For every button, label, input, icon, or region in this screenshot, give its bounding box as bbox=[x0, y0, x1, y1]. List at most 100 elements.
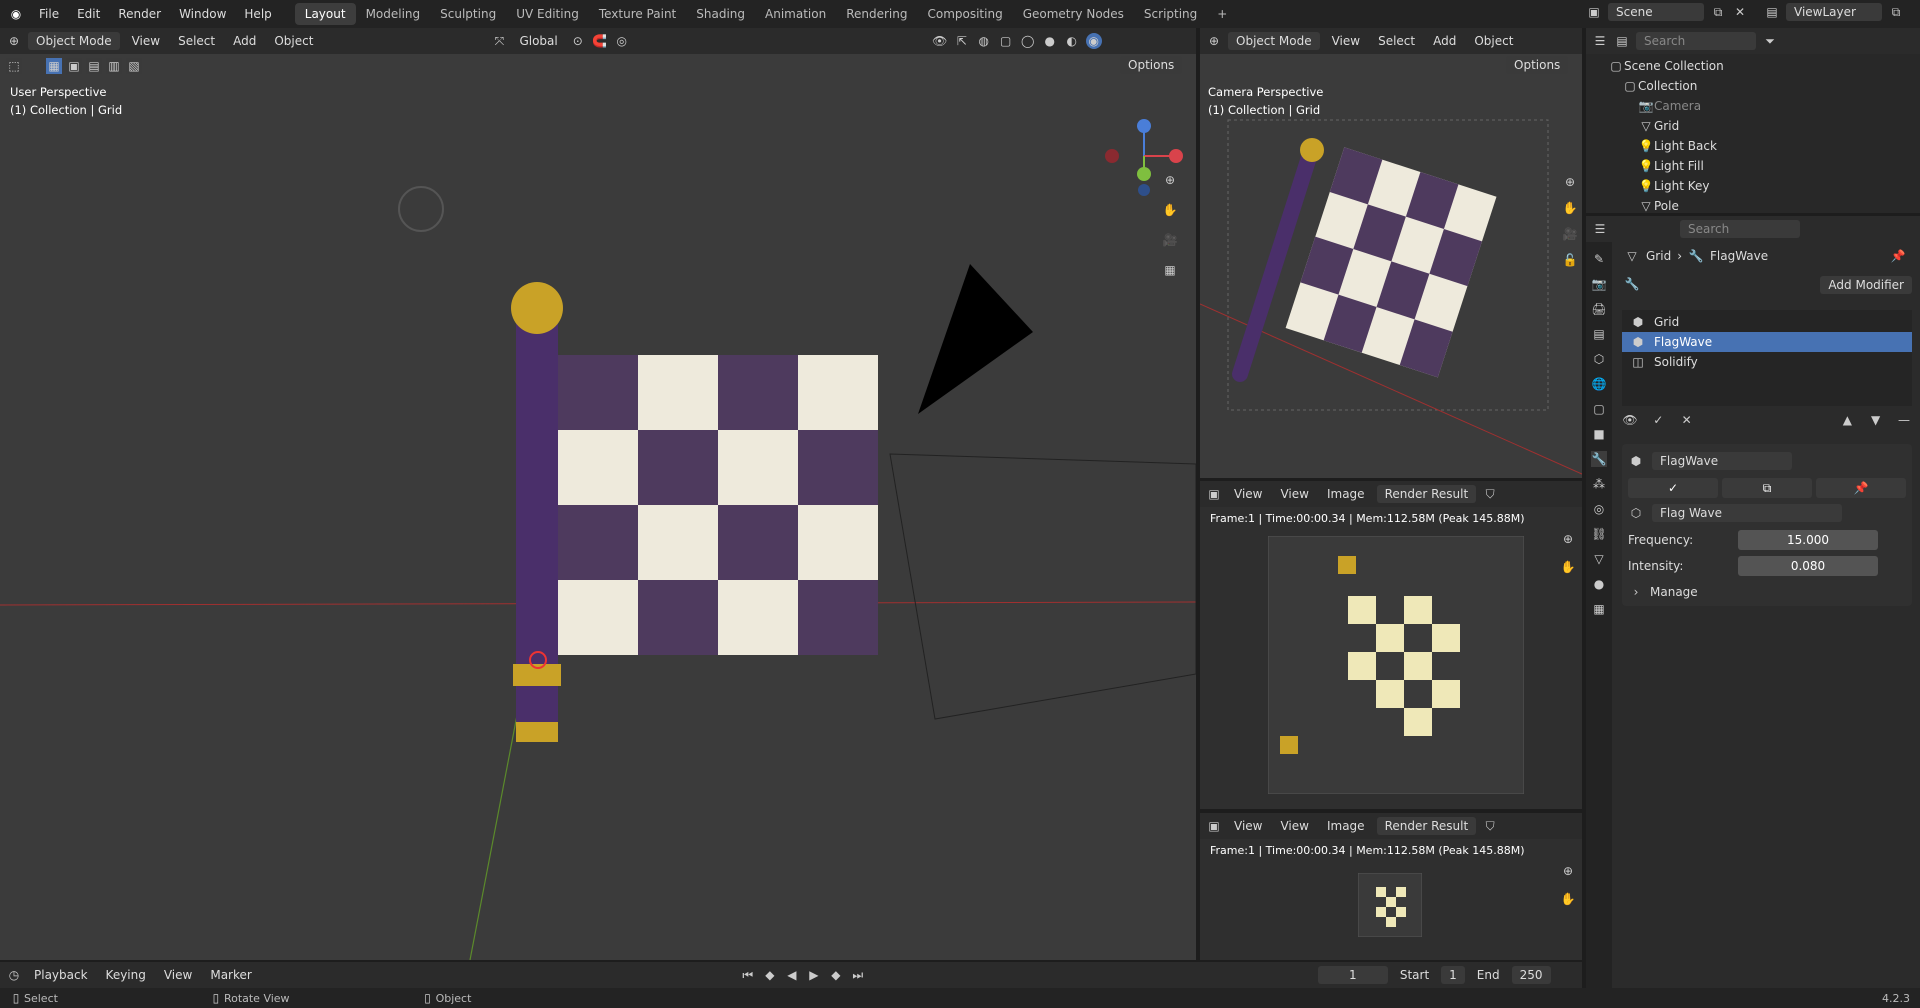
tab-modeling[interactable]: Modeling bbox=[356, 3, 431, 25]
manage-panel[interactable]: › Manage bbox=[1628, 584, 1906, 600]
scene-tab-icon[interactable]: ⬡ bbox=[1591, 351, 1607, 367]
camera-menu-select[interactable]: Select bbox=[1372, 32, 1421, 50]
proportional-edit-icon[interactable]: ◎ bbox=[614, 33, 630, 49]
wireframe-shading-icon[interactable]: ◯ bbox=[1020, 33, 1036, 49]
editor-type-icon[interactable]: ▣ bbox=[1206, 818, 1222, 834]
xray-icon[interactable]: ▢ bbox=[998, 33, 1014, 49]
remove-all-icon[interactable]: ✕ bbox=[1679, 412, 1695, 428]
timeline-menu-view[interactable]: View bbox=[158, 966, 198, 984]
camera-mode-dropdown[interactable]: Object Mode bbox=[1228, 32, 1320, 50]
camera-menu-view[interactable]: View bbox=[1326, 32, 1366, 50]
tab-sculpting[interactable]: Sculpting bbox=[430, 3, 506, 25]
viewport-menu-view[interactable]: View bbox=[126, 32, 166, 50]
render-tab-icon[interactable]: 📷 bbox=[1591, 276, 1607, 292]
menu-file[interactable]: File bbox=[30, 0, 68, 28]
camera-menu-object[interactable]: Object bbox=[1468, 32, 1519, 50]
editor-type-icon[interactable]: ☰ bbox=[1592, 33, 1608, 49]
tab-scripting[interactable]: Scripting bbox=[1134, 3, 1207, 25]
image-view-dropdown[interactable]: View bbox=[1228, 817, 1268, 835]
image-menu-image[interactable]: Image bbox=[1321, 817, 1371, 835]
visibility-icon[interactable]: 👁 bbox=[932, 33, 948, 49]
particles-tab-icon[interactable]: ⁂ bbox=[1591, 476, 1607, 492]
end-frame-field[interactable]: 250 bbox=[1511, 966, 1551, 984]
outliner-item-grid[interactable]: ▽ Grid bbox=[1608, 116, 1920, 136]
outliner-search[interactable]: Search bbox=[1636, 32, 1756, 50]
zoom-icon[interactable]: ⊕ bbox=[1562, 174, 1578, 190]
current-frame-field[interactable]: 1 bbox=[1317, 966, 1388, 984]
image-menu-view[interactable]: View bbox=[1274, 485, 1314, 503]
start-frame-field[interactable]: 1 bbox=[1441, 966, 1465, 984]
add-modifier-button[interactable]: Add Modifier bbox=[1820, 276, 1912, 294]
image-selector[interactable]: Render Result bbox=[1376, 817, 1477, 835]
filter-icon[interactable]: ⏷ bbox=[1762, 33, 1778, 49]
move-up-icon[interactable]: ▲ bbox=[1839, 412, 1855, 428]
collection-tab-icon[interactable]: ▢ bbox=[1591, 401, 1607, 417]
material-shading-icon[interactable]: ◐ bbox=[1064, 33, 1080, 49]
apply-icon[interactable]: ✓ bbox=[1628, 478, 1718, 498]
menu-help[interactable]: Help bbox=[235, 0, 280, 28]
move-down-icon[interactable]: ▼ bbox=[1868, 412, 1884, 428]
properties-search[interactable]: Search bbox=[1680, 220, 1800, 238]
object-tab-icon[interactable]: ■ bbox=[1591, 426, 1607, 442]
physics-tab-icon[interactable]: ◎ bbox=[1591, 501, 1607, 517]
remove-icon[interactable]: — bbox=[1896, 412, 1912, 428]
pan-hand-icon[interactable]: ✋ bbox=[1562, 200, 1578, 216]
next-key-icon[interactable]: ◆ bbox=[828, 967, 844, 983]
rendered-shading-icon[interactable]: ◉ bbox=[1085, 33, 1102, 49]
jump-end-icon[interactable]: ⏭ bbox=[850, 967, 866, 983]
scene-collection-row[interactable]: ▢ Scene Collection bbox=[1608, 56, 1920, 76]
render-result-preview[interactable] bbox=[1268, 536, 1524, 794]
pin-icon[interactable]: 📌 bbox=[1890, 248, 1906, 264]
snap-icon[interactable]: 🧲 bbox=[592, 33, 608, 49]
pan-hand-icon[interactable]: ✋ bbox=[1560, 559, 1576, 575]
pivot-icon[interactable]: ⊙ bbox=[570, 33, 586, 49]
close-icon[interactable]: ✕ bbox=[1732, 4, 1748, 20]
render-result-thumbnail[interactable] bbox=[1358, 873, 1422, 937]
camera-menu-add[interactable]: Add bbox=[1427, 32, 1462, 50]
menu-render[interactable]: Render bbox=[109, 0, 170, 28]
tab-shading[interactable]: Shading bbox=[686, 3, 755, 25]
editor-type-icon[interactable]: ⊕ bbox=[6, 33, 22, 49]
intensity-input[interactable]: 0.080 bbox=[1738, 556, 1878, 576]
modifier-item-flagwave[interactable]: ⬢ FlagWave bbox=[1622, 332, 1912, 352]
viewport-menu-add[interactable]: Add bbox=[227, 32, 262, 50]
solid-shading-icon[interactable]: ● bbox=[1042, 33, 1058, 49]
editor-type-icon[interactable]: ☰ bbox=[1592, 221, 1608, 237]
output-tab-icon[interactable]: 🖨 bbox=[1591, 301, 1607, 317]
show-icon[interactable]: 👁 bbox=[1622, 412, 1638, 428]
zoom-icon[interactable]: ⊕ bbox=[1560, 531, 1576, 547]
frequency-input[interactable]: 15.000 bbox=[1738, 530, 1878, 550]
tab-layout[interactable]: Layout bbox=[294, 3, 356, 25]
ortho-toggle-icon[interactable]: ▦ bbox=[1162, 262, 1178, 278]
apply-all-icon[interactable]: ✓ bbox=[1650, 412, 1666, 428]
tab-geometry-nodes[interactable]: Geometry Nodes bbox=[1013, 3, 1134, 25]
display-mode-icon[interactable]: ▤ bbox=[1614, 33, 1630, 49]
zoom-icon[interactable]: ⊕ bbox=[1162, 172, 1178, 188]
pan-hand-icon[interactable]: ✋ bbox=[1162, 202, 1178, 218]
gizmo-icon[interactable]: ⇱ bbox=[954, 33, 970, 49]
viewport-menu-object[interactable]: Object bbox=[268, 32, 319, 50]
texture-tab-icon[interactable]: ▦ bbox=[1591, 601, 1607, 617]
play-icon[interactable]: ▶ bbox=[806, 967, 822, 983]
tool-tab-icon[interactable]: ✎ bbox=[1591, 251, 1607, 267]
menu-window[interactable]: Window bbox=[170, 0, 235, 28]
modifier-name-field[interactable]: FlagWave bbox=[1652, 452, 1792, 470]
collection-row[interactable]: ▢ Collection bbox=[1608, 76, 1920, 96]
blender-logo-icon[interactable]: ◉ bbox=[8, 6, 24, 22]
jump-start-icon[interactable]: ⏮ bbox=[740, 967, 756, 983]
zoom-icon[interactable]: ⊕ bbox=[1560, 863, 1576, 879]
transform-orientation-dropdown[interactable]: Global bbox=[513, 32, 563, 50]
outliner-item-light-fill[interactable]: 💡 Light Fill bbox=[1608, 156, 1920, 176]
view-layer-tab-icon[interactable]: ▤ bbox=[1591, 326, 1607, 342]
data-tab-icon[interactable]: ▽ bbox=[1591, 551, 1607, 567]
copy-icon[interactable]: ⧉ bbox=[1710, 4, 1726, 20]
pin-icon[interactable]: 📌 bbox=[1816, 478, 1906, 498]
mode-dropdown[interactable]: Object Mode bbox=[28, 32, 120, 50]
editor-type-icon[interactable]: ◷ bbox=[6, 967, 22, 983]
editor-type-icon[interactable]: ⊕ bbox=[1206, 33, 1222, 49]
prev-key-icon[interactable]: ◆ bbox=[762, 967, 778, 983]
timeline-menu-keying[interactable]: Keying bbox=[100, 966, 152, 984]
duplicate-icon[interactable]: ⧉ bbox=[1722, 478, 1812, 498]
overlay-icon[interactable]: ◍ bbox=[976, 33, 992, 49]
camera-view-icon[interactable]: 🎥 bbox=[1562, 226, 1578, 242]
